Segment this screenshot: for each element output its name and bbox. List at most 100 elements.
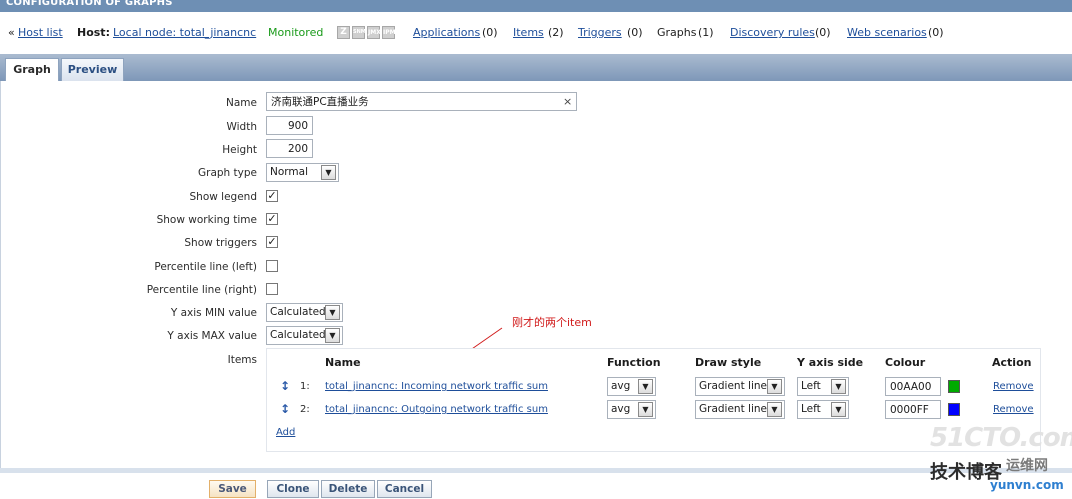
title-bar: CONFIGURATION OF GRAPHS bbox=[0, 0, 1072, 12]
colour-input[interactable] bbox=[885, 377, 941, 396]
drag-handle-icon[interactable]: ↕ bbox=[280, 402, 290, 416]
chevron-down-icon: ▼ bbox=[638, 379, 653, 394]
show-working-time-checkbox[interactable]: ✓ bbox=[266, 213, 278, 225]
y-axis-side-select[interactable]: Left ▼ bbox=[797, 400, 849, 419]
tab-graph[interactable]: Graph bbox=[5, 58, 59, 81]
jmx-icon: JMX bbox=[367, 26, 381, 39]
graphs-count: (1) bbox=[698, 26, 714, 39]
y-axis-min-value: Calculated bbox=[270, 306, 326, 318]
graph-type-value: Normal bbox=[270, 166, 308, 178]
host-nav-bar: « Host list Host: Local node: total_jina… bbox=[0, 18, 1072, 46]
tab-bar: Graph Preview bbox=[0, 54, 1072, 81]
page-title: CONFIGURATION OF GRAPHS bbox=[6, 0, 173, 8]
zabbix-agent-icon: Z bbox=[337, 26, 350, 39]
draw-style-value: Gradient line bbox=[699, 380, 767, 392]
y-axis-side-select[interactable]: Left ▼ bbox=[797, 377, 849, 396]
item-name-link[interactable]: total_jinancnc: Incoming network traffic… bbox=[325, 381, 548, 392]
tab-preview[interactable]: Preview bbox=[61, 58, 124, 81]
web-scenarios-count: (0) bbox=[928, 26, 944, 39]
save-button[interactable]: Save bbox=[209, 480, 256, 498]
clear-name-icon[interactable]: × bbox=[563, 95, 572, 108]
chevron-down-icon: ▼ bbox=[831, 379, 846, 394]
form-divider bbox=[0, 468, 1072, 473]
graph-type-label: Graph type bbox=[197, 167, 257, 179]
discovery-rules-link[interactable]: Discovery rules bbox=[730, 26, 815, 39]
add-item-link[interactable]: Add bbox=[276, 427, 295, 438]
percentile-right-label: Percentile line (right) bbox=[146, 284, 257, 296]
draw-style-select[interactable]: Gradient line ▼ bbox=[695, 400, 785, 419]
function-select[interactable]: avg ▼ bbox=[607, 400, 656, 419]
watermark-brand: 51CTO.com bbox=[930, 423, 1072, 453]
show-working-time-label: Show working time bbox=[156, 214, 257, 226]
width-input[interactable] bbox=[266, 116, 313, 135]
back-arrow-icon: « bbox=[8, 26, 15, 39]
annotation-text: 刚才的两个item bbox=[512, 316, 592, 329]
host-list-link[interactable]: Host list bbox=[18, 26, 63, 39]
col-action-header: Action bbox=[992, 356, 1032, 369]
graph-type-select[interactable]: Normal ▼ bbox=[266, 163, 339, 182]
clone-button[interactable]: Clone bbox=[267, 480, 319, 498]
remove-link[interactable]: Remove bbox=[993, 381, 1034, 392]
item-name-link[interactable]: total_jinancnc: Outgoing network traffic… bbox=[325, 404, 548, 415]
chevron-down-icon: ▼ bbox=[638, 402, 653, 417]
snmp-icon: SNMP bbox=[352, 26, 369, 39]
chevron-down-icon: ▼ bbox=[325, 328, 340, 343]
watermark-site-cn: 运维网 bbox=[1006, 458, 1048, 474]
col-y-axis-side-header: Y axis side bbox=[797, 356, 864, 369]
function-value: avg bbox=[611, 403, 631, 415]
applications-count: (0) bbox=[482, 26, 498, 39]
host-label: Host: bbox=[77, 26, 110, 39]
percentile-left-checkbox[interactable] bbox=[266, 260, 278, 272]
height-label: Height bbox=[222, 144, 257, 156]
items-link[interactable]: Items bbox=[513, 26, 544, 39]
show-triggers-checkbox[interactable]: ✓ bbox=[266, 236, 278, 248]
show-legend-checkbox[interactable]: ✓ bbox=[266, 190, 278, 202]
discovery-rules-count: (0) bbox=[815, 26, 831, 39]
ipmi-icon: IPMI bbox=[382, 26, 398, 39]
colour-swatch[interactable] bbox=[948, 380, 960, 393]
chevron-down-icon: ▼ bbox=[767, 402, 782, 417]
triggers-count: (0) bbox=[627, 26, 643, 39]
y-axis-side-value: Left bbox=[801, 380, 821, 392]
row-number: 2: bbox=[300, 404, 310, 415]
name-label: Name bbox=[226, 97, 257, 109]
percentile-right-checkbox[interactable] bbox=[266, 283, 278, 295]
colour-input[interactable] bbox=[885, 400, 941, 419]
draw-style-select[interactable]: Gradient line ▼ bbox=[695, 377, 785, 396]
graphs-current: Graphs bbox=[657, 26, 697, 39]
y-axis-min-select[interactable]: Calculated ▼ bbox=[266, 303, 343, 322]
y-axis-max-label: Y axis MAX value bbox=[167, 330, 257, 342]
col-function-header: Function bbox=[607, 356, 661, 369]
drag-handle-icon[interactable]: ↕ bbox=[280, 379, 290, 393]
y-axis-max-select[interactable]: Calculated ▼ bbox=[266, 326, 343, 345]
delete-button[interactable]: Delete bbox=[321, 480, 375, 498]
width-label: Width bbox=[226, 121, 257, 133]
web-scenarios-link[interactable]: Web scenarios bbox=[847, 26, 927, 39]
graph-name-input[interactable] bbox=[266, 92, 577, 111]
y-axis-max-value: Calculated bbox=[270, 329, 326, 341]
chevron-down-icon: ▼ bbox=[325, 305, 340, 320]
show-triggers-label: Show triggers bbox=[184, 237, 257, 249]
function-select[interactable]: avg ▼ bbox=[607, 377, 656, 396]
colour-swatch[interactable] bbox=[948, 403, 960, 416]
col-name-header: Name bbox=[325, 356, 361, 369]
chevron-down-icon: ▼ bbox=[767, 379, 782, 394]
function-value: avg bbox=[611, 380, 631, 392]
cancel-button[interactable]: Cancel bbox=[377, 480, 432, 498]
y-axis-min-label: Y axis MIN value bbox=[170, 307, 257, 319]
y-axis-side-value: Left bbox=[801, 403, 821, 415]
col-colour-header: Colour bbox=[885, 356, 926, 369]
items-label: Items bbox=[227, 354, 257, 366]
draw-style-value: Gradient line bbox=[699, 403, 767, 415]
chevron-down-icon: ▼ bbox=[831, 402, 846, 417]
items-count: (2) bbox=[548, 26, 564, 39]
height-input[interactable] bbox=[266, 139, 313, 158]
host-status: Monitored bbox=[268, 26, 324, 39]
col-draw-style-header: Draw style bbox=[695, 356, 762, 369]
triggers-link[interactable]: Triggers bbox=[578, 26, 622, 39]
host-name-link[interactable]: Local node: total_jinancnc bbox=[113, 26, 256, 39]
watermark-site: yunvn.com bbox=[990, 478, 1064, 492]
applications-link[interactable]: Applications bbox=[413, 26, 480, 39]
percentile-left-label: Percentile line (left) bbox=[154, 261, 257, 273]
remove-link[interactable]: Remove bbox=[993, 404, 1034, 415]
